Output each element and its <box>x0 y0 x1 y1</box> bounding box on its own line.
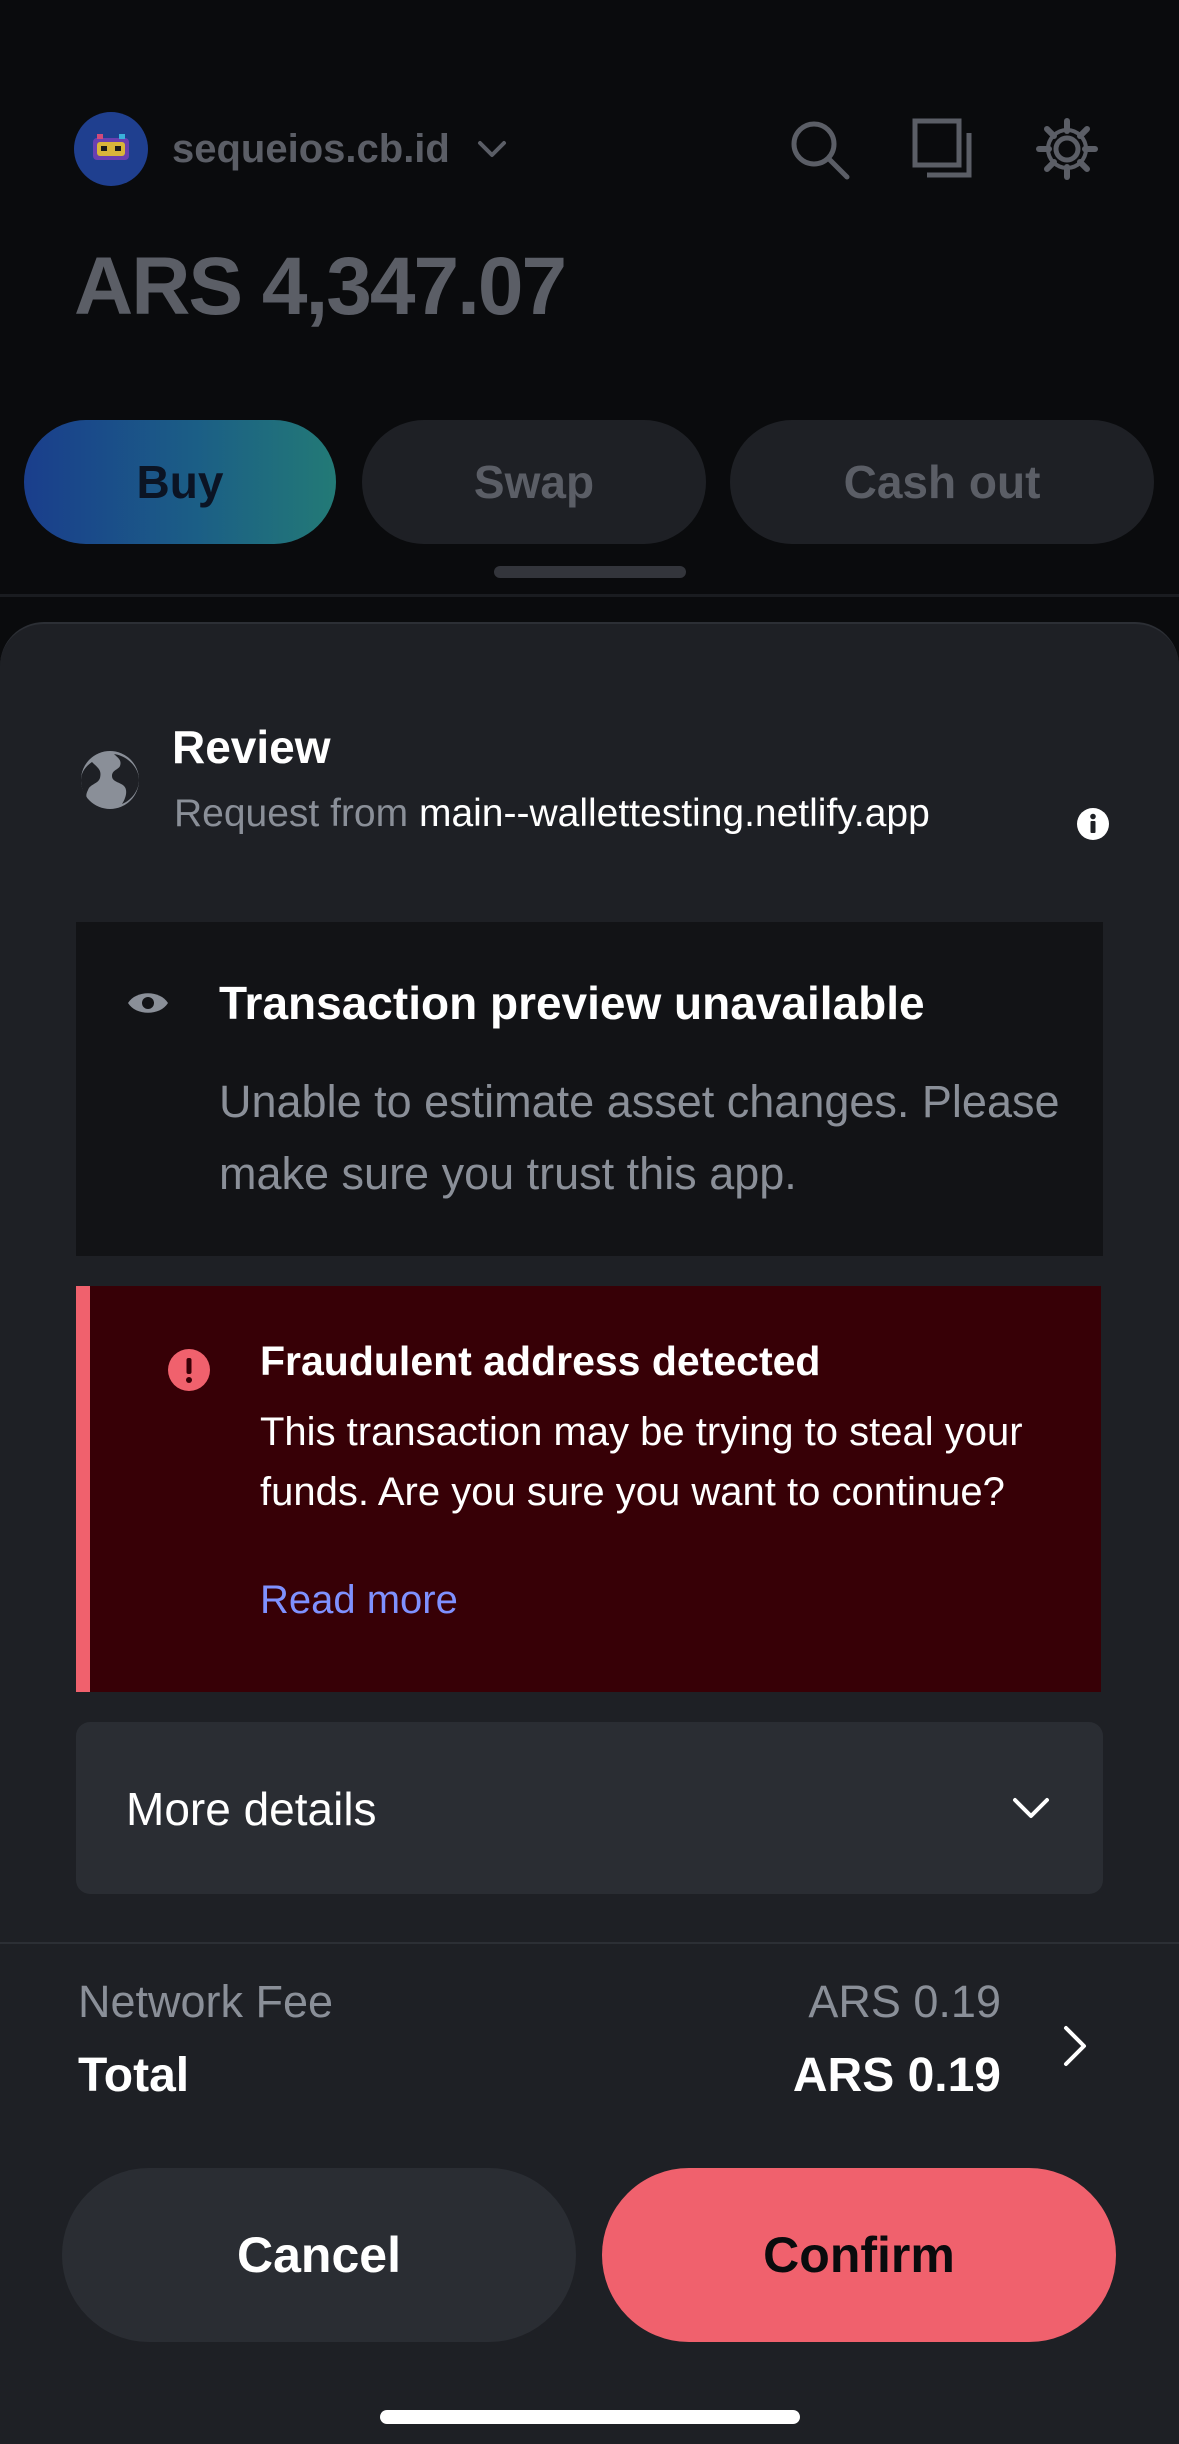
balance: ARS 4,347.07 <box>74 241 567 332</box>
account-name: sequeios.cb.id <box>172 126 450 171</box>
divider <box>0 1942 1179 1944</box>
network-fee-label: Network Fee <box>78 1976 334 2027</box>
preview-text: Unable to estimate asset changes. Please… <box>219 1076 1060 1199</box>
alert-icon <box>168 1349 210 1391</box>
request-origin: Request from main--wallettesting.netlify… <box>174 792 930 836</box>
request-host: main--wallettesting.netlify.app <box>418 792 930 835</box>
review-title: Review <box>172 721 331 773</box>
swap-button[interactable]: Swap <box>362 420 706 544</box>
chevron-right-icon[interactable] <box>1058 2022 1094 2070</box>
wallet-background: sequeios.cb.id ARS 4,347.07 Buy Swap Cas… <box>0 0 1179 600</box>
review-header: Review Request from main--wallettesting.… <box>78 712 1118 842</box>
eye-icon <box>128 993 168 1013</box>
network-fee-value: ARS 0.19 <box>808 1976 1001 2027</box>
divider <box>0 594 1179 597</box>
read-more-link[interactable]: Read more <box>260 1578 458 1623</box>
chevron-down-icon <box>477 141 506 157</box>
request-prefix: Request from <box>174 792 409 835</box>
avatar <box>74 112 148 186</box>
background-drag-handle <box>494 566 686 578</box>
copy-icon[interactable] <box>911 117 975 181</box>
cash-out-button[interactable]: Cash out <box>730 420 1154 544</box>
review-sheet: Review Request from main--wallettesting.… <box>0 622 1179 2444</box>
cancel-button[interactable]: Cancel <box>62 2168 576 2342</box>
preview-title: Transaction preview unavailable <box>219 977 925 1029</box>
total-value: ARS 0.19 <box>792 2049 1001 2102</box>
home-indicator <box>380 2410 800 2424</box>
globe-icon <box>81 751 139 809</box>
top-icons <box>787 112 1099 186</box>
gear-icon[interactable] <box>1035 117 1099 181</box>
more-details-label: More details <box>126 1783 377 1835</box>
confirm-button[interactable]: Confirm <box>602 2168 1116 2342</box>
buy-button[interactable]: Buy <box>24 420 336 544</box>
more-details-toggle[interactable]: More details <box>76 1722 1103 1894</box>
fraud-title: Fraudulent address detected <box>260 1338 821 1384</box>
search-icon[interactable] <box>787 117 851 181</box>
fraud-text: This transaction may be trying to steal … <box>260 1410 1023 1514</box>
chevron-down-icon <box>1013 1798 1049 1818</box>
info-icon[interactable] <box>1076 807 1110 841</box>
fraud-warning: Fraudulent address detected This transac… <box>76 1286 1101 1692</box>
transaction-preview-notice: Transaction preview unavailable Unable t… <box>76 922 1103 1256</box>
screen: sequeios.cb.id ARS 4,347.07 Buy Swap Cas… <box>0 0 1179 2444</box>
account-switcher[interactable]: sequeios.cb.id <box>74 112 510 186</box>
total-label: Total <box>78 2049 190 2102</box>
